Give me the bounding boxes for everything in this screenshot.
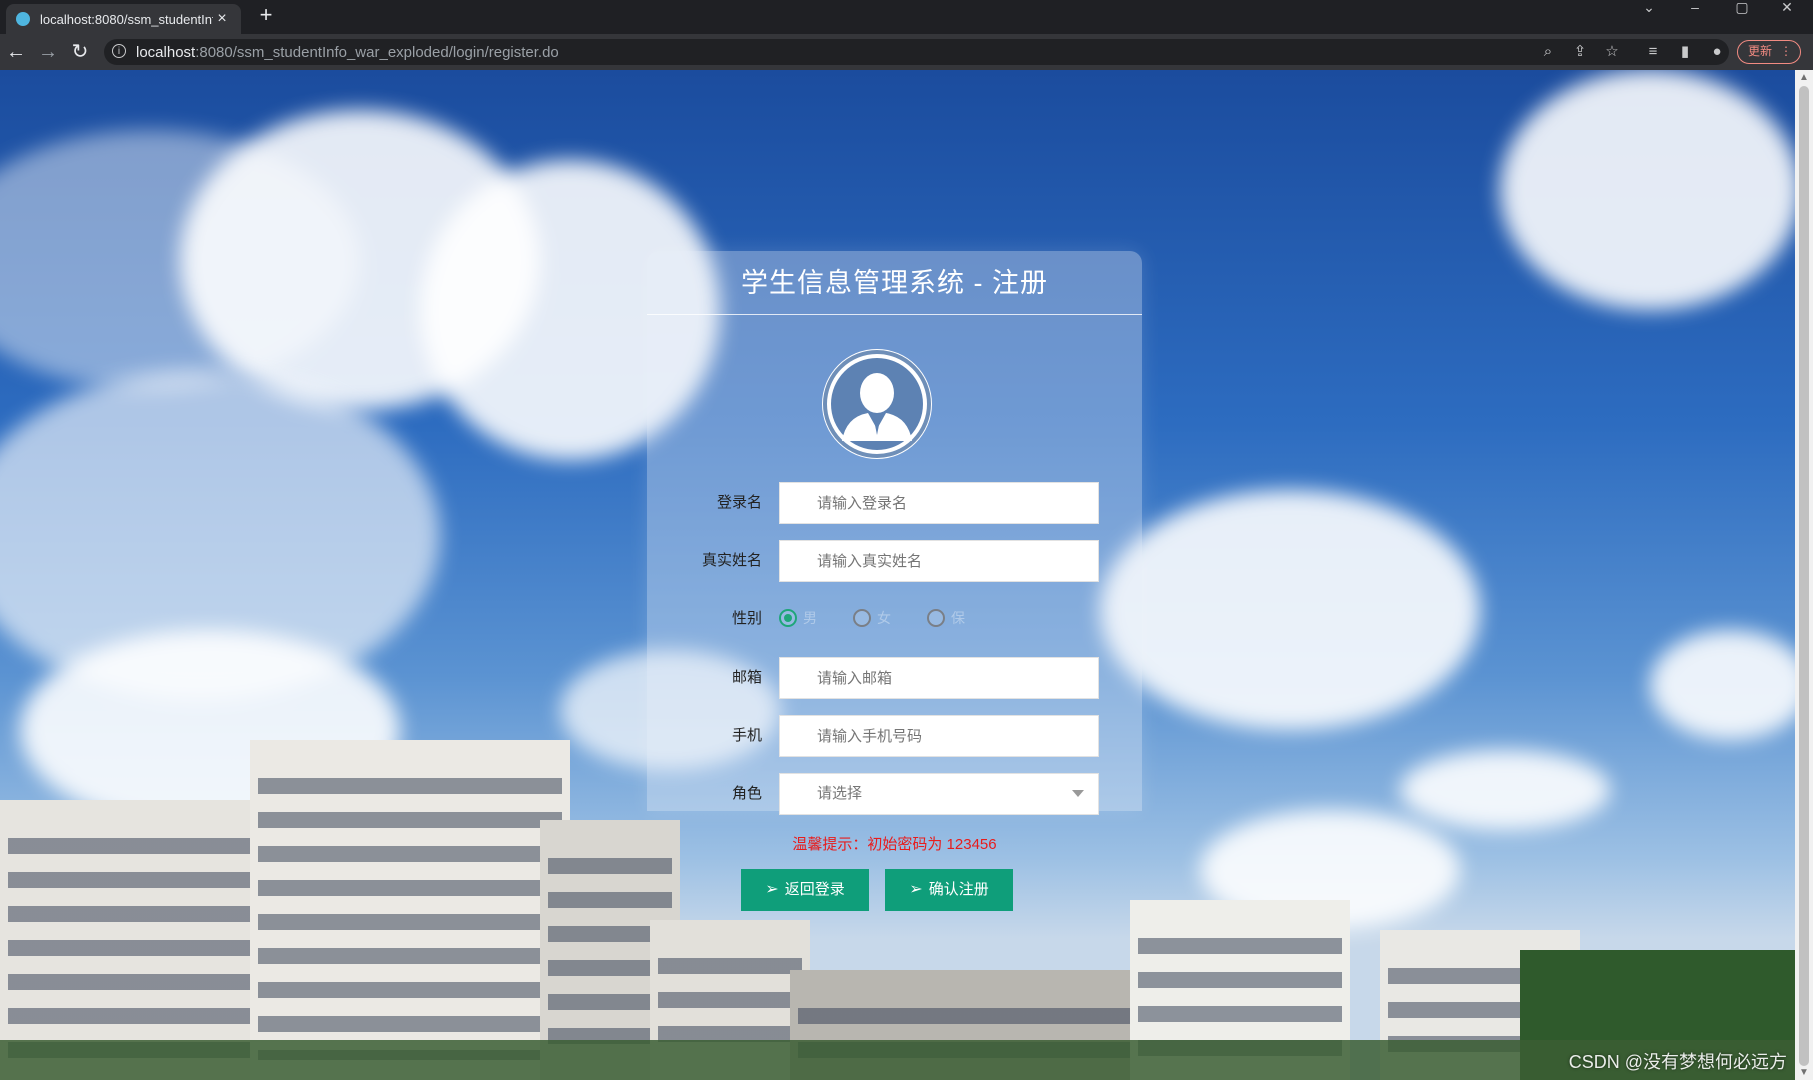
browser-tab[interactable]: localhost:8080/ssm_studentInf × bbox=[6, 4, 241, 34]
confirm-register-label: 确认注册 bbox=[928, 881, 989, 898]
side-panel-icon[interactable]: ▮ bbox=[1674, 41, 1696, 63]
gender-radio-secret[interactable] bbox=[927, 609, 945, 627]
window-close-icon[interactable]: ✕ bbox=[1772, 0, 1802, 14]
url-host: localhost bbox=[136, 44, 196, 61]
confirm-register-button[interactable]: ➢ 确认注册 bbox=[885, 869, 1013, 911]
gender-label: 性别 bbox=[731, 610, 762, 627]
watermark: CSDN @没有梦想何必远方 bbox=[1568, 1052, 1787, 1072]
email-label: 邮箱 bbox=[731, 669, 762, 686]
profile-icon[interactable]: ● bbox=[1706, 41, 1728, 63]
login-name-row: 登录名 bbox=[647, 482, 1142, 524]
cloud-shape bbox=[1650, 630, 1795, 740]
paper-plane-icon: ➢ bbox=[909, 881, 923, 898]
tab-title: localhost:8080/ssm_studentInf bbox=[40, 11, 213, 27]
back-to-login-label: 返回登录 bbox=[784, 881, 845, 898]
tab-search-icon[interactable]: ⌄ bbox=[1634, 0, 1664, 14]
scroll-down-icon[interactable]: ▼ bbox=[1799, 1067, 1809, 1078]
email-row: 邮箱 bbox=[647, 657, 1142, 699]
reload-icon[interactable]: ↻ bbox=[68, 40, 92, 64]
real-name-row: 真实姓名 bbox=[647, 540, 1142, 582]
paper-plane-icon: ➢ bbox=[765, 881, 779, 898]
url-text: localhost:8080/ssm_studentInfo_war_explo… bbox=[136, 44, 559, 61]
page-scrollbar[interactable]: ▲ ▼ bbox=[1795, 70, 1813, 1080]
new-tab-button[interactable]: + bbox=[252, 2, 280, 28]
cloud-shape bbox=[1100, 490, 1480, 730]
page-background: 学生信息管理系统 - 注册 登录名 真实姓名 性别 男 女 bbox=[0, 70, 1795, 1080]
more-icon[interactable]: ⋮ bbox=[1780, 41, 1792, 62]
login-name-input[interactable] bbox=[779, 482, 1099, 524]
address-bar[interactable]: i localhost:8080/ssm_studentInfo_war_exp… bbox=[104, 39, 1729, 65]
role-row: 角色 请选择 bbox=[647, 773, 1142, 815]
page-title: 学生信息管理系统 - 注册 bbox=[647, 251, 1142, 315]
chevron-down-icon[interactable] bbox=[1072, 790, 1084, 797]
globe-icon bbox=[16, 12, 30, 26]
role-select-value: 请选择 bbox=[817, 785, 863, 802]
update-label: 更新 bbox=[1748, 44, 1773, 58]
building-shape bbox=[0, 800, 280, 1080]
user-avatar-icon bbox=[822, 349, 932, 459]
share-icon[interactable]: ⇪ bbox=[1569, 41, 1591, 63]
star-icon[interactable]: ☆ bbox=[1601, 41, 1623, 63]
phone-label: 手机 bbox=[731, 727, 762, 744]
close-icon[interactable]: × bbox=[213, 10, 231, 28]
gender-option-female: 女 bbox=[877, 610, 891, 626]
browser-titlebar: localhost:8080/ssm_studentInf × + ⌄ – ▢ … bbox=[0, 0, 1813, 34]
password-hint: 温馨提示：初始密码为 123456 bbox=[792, 836, 997, 853]
cloud-shape bbox=[1400, 750, 1610, 830]
role-label: 角色 bbox=[731, 785, 762, 802]
gender-radio-female[interactable] bbox=[853, 609, 871, 627]
phone-field[interactable] bbox=[779, 715, 1099, 757]
minimize-icon[interactable]: – bbox=[1680, 0, 1710, 14]
scrollbar-thumb[interactable] bbox=[1799, 86, 1809, 1066]
real-name-input[interactable] bbox=[779, 540, 1099, 582]
cloud-shape bbox=[1500, 70, 1795, 310]
arrow-left-icon[interactable]: ← bbox=[4, 40, 28, 64]
phone-row: 手机 bbox=[647, 715, 1142, 757]
role-select[interactable]: 请选择 bbox=[779, 773, 1099, 815]
gender-row: 性别 男 女 保 bbox=[647, 598, 1142, 640]
email-field[interactable] bbox=[779, 657, 1099, 699]
zoom-icon[interactable]: ⌕ bbox=[1537, 41, 1559, 63]
real-name-label: 真实姓名 bbox=[701, 552, 762, 569]
gender-radio-male[interactable] bbox=[779, 609, 797, 627]
login-name-label: 登录名 bbox=[716, 494, 762, 511]
back-to-login-button[interactable]: ➢ 返回登录 bbox=[741, 869, 869, 911]
maximize-icon[interactable]: ▢ bbox=[1727, 0, 1757, 14]
tree-shape bbox=[0, 1040, 1795, 1080]
browser-toolbar: ← → ↻ i localhost:8080/ssm_studentInfo_w… bbox=[0, 34, 1813, 70]
gender-option-secret: 保 bbox=[951, 610, 965, 626]
info-icon[interactable]: i bbox=[112, 44, 126, 58]
register-panel: 学生信息管理系统 - 注册 登录名 真实姓名 性别 男 女 bbox=[647, 251, 1142, 911]
scroll-up-icon[interactable]: ▲ bbox=[1799, 72, 1809, 83]
building-shape bbox=[250, 740, 570, 1080]
arrow-right-icon[interactable]: → bbox=[36, 40, 60, 64]
gender-option-male: 男 bbox=[803, 610, 817, 626]
update-button[interactable]: 更新 ⋮ bbox=[1737, 40, 1801, 64]
media-icon[interactable]: ≡ bbox=[1642, 41, 1664, 63]
url-path: :8080/ssm_studentInfo_war_exploded/login… bbox=[195, 44, 559, 61]
